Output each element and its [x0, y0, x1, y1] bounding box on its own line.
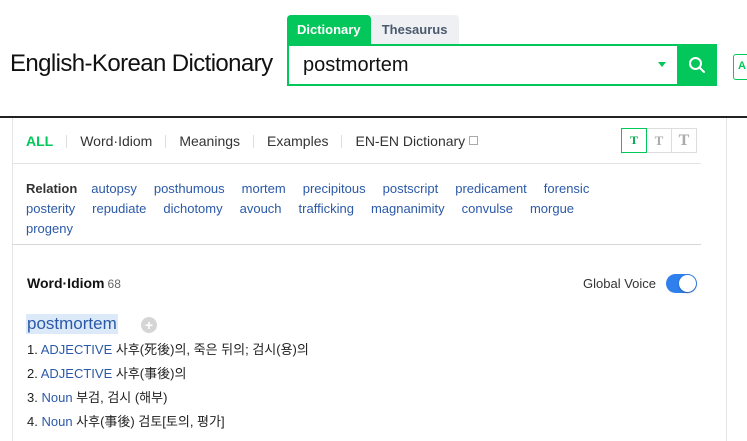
search-input[interactable] — [289, 47, 649, 83]
meaning-item: 3. Noun 부검, 검시 (해부) — [27, 388, 309, 412]
tab-dictionary[interactable]: Dictionary — [287, 15, 371, 44]
font-size-large-button[interactable]: T — [671, 128, 697, 153]
global-voice-label: Global Voice — [583, 276, 656, 291]
relation-label: Relation — [26, 181, 78, 196]
search-icon — [689, 57, 705, 73]
nav-separator — [165, 134, 167, 148]
relation-link[interactable]: trafficking — [299, 199, 354, 219]
nav-separator — [341, 134, 343, 148]
part-of-speech[interactable]: Noun — [41, 414, 72, 429]
relation-link[interactable]: posthumous — [154, 179, 225, 199]
relation-link[interactable]: repudiate — [92, 199, 146, 219]
meaning-list: 1. ADJECTIVE 사후(死後)의, 죽은 뒤의; 검시(용)의 2. A… — [27, 340, 309, 436]
meaning-text: 부검, 검시 (해부) — [76, 390, 168, 405]
nav-tab-en-en-dictionary[interactable]: EN-EN Dictionary — [355, 133, 479, 149]
nav-tab-word-idiom[interactable]: Word·Idiom — [80, 133, 152, 149]
result-count: 68 — [107, 277, 121, 291]
meaning-number: 2. — [27, 366, 38, 381]
relation-link[interactable]: morgue — [530, 199, 574, 219]
content-right-border — [726, 118, 727, 441]
relation-divider — [12, 244, 701, 245]
relation-link[interactable]: avouch — [240, 199, 282, 219]
relation-link[interactable]: postscript — [383, 179, 439, 199]
result-nav: ALL Word·Idiom Meanings Examples EN-EN D… — [26, 133, 479, 149]
relation-link[interactable]: posterity — [26, 199, 75, 219]
search-box — [287, 44, 717, 86]
relation-link[interactable]: mortem — [242, 179, 286, 199]
nav-separator — [253, 134, 255, 148]
relation-link[interactable]: convulse — [462, 199, 513, 219]
meaning-number: 3. — [27, 390, 38, 405]
relation-link[interactable]: precipitous — [303, 179, 366, 199]
font-size-selector: T T T — [621, 128, 697, 153]
tab-thesaurus[interactable]: Thesaurus — [370, 15, 459, 44]
dictionary-tabs: Dictionary Thesaurus — [287, 15, 459, 44]
section-title-word-idiom: Word·Idiom 68 — [27, 275, 121, 291]
part-of-speech[interactable]: ADJECTIVE — [41, 342, 113, 357]
meaning-item: 4. Noun 사후(事後) 검토[토의, 평가] — [27, 412, 309, 436]
relation-words: Relation autopsy posthumous mortem precipito… — [26, 179, 686, 239]
part-of-speech[interactable]: ADJECTIVE — [41, 366, 113, 381]
search-button[interactable] — [677, 44, 717, 86]
nav-tab-examples[interactable]: Examples — [267, 133, 328, 149]
meaning-text: 사후(事後)의 — [115, 366, 187, 381]
font-size-medium-button[interactable]: T — [646, 128, 672, 153]
content-left-border — [12, 118, 13, 441]
relation-link[interactable]: dichotomy — [163, 199, 222, 219]
relation-link[interactable]: magnanimity — [371, 199, 445, 219]
font-size-small-button[interactable]: T — [621, 128, 647, 153]
external-link-icon — [469, 136, 479, 145]
section-title-label: Word·Idiom — [27, 275, 105, 291]
nav-divider — [12, 163, 701, 164]
relation-link[interactable]: autopsy — [91, 179, 137, 199]
relation-link[interactable]: progeny — [26, 219, 73, 239]
meaning-text: 사후(事後) 검토[토의, 평가] — [76, 414, 225, 429]
nav-tab-en-en-label: EN-EN Dictionary — [355, 133, 466, 149]
add-to-wordbook-icon[interactable]: + — [141, 317, 157, 333]
meaning-number: 4. — [27, 414, 38, 429]
autocomplete-dropdown-icon[interactable] — [658, 62, 666, 67]
header-divider — [0, 116, 747, 118]
relation-link[interactable]: predicament — [455, 179, 527, 199]
site-title: English-Korean Dictionary — [10, 50, 273, 77]
nav-tab-all[interactable]: ALL — [26, 133, 53, 149]
relation-link[interactable]: forensic — [544, 179, 590, 199]
part-of-speech[interactable]: Noun — [41, 390, 72, 405]
toggle-knob — [679, 275, 696, 292]
nav-tab-meanings[interactable]: Meanings — [179, 133, 240, 149]
nav-separator — [66, 134, 68, 148]
entry-headword[interactable]: postmortem — [26, 314, 118, 334]
meaning-number: 1. — [27, 342, 38, 357]
global-voice-toggle[interactable] — [666, 274, 697, 293]
meaning-item: 1. ADJECTIVE 사후(死後)의, 죽은 뒤의; 검시(용)의 — [27, 340, 309, 364]
meaning-text: 사후(死後)의, 죽은 뒤의; 검시(용)의 — [115, 342, 309, 357]
side-menu-button[interactable]: A — [733, 54, 747, 80]
meaning-item: 2. ADJECTIVE 사후(事後)의 — [27, 364, 309, 388]
